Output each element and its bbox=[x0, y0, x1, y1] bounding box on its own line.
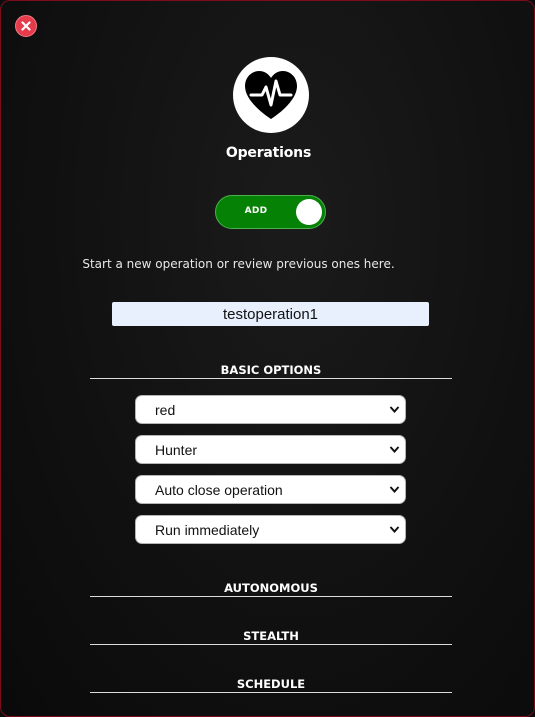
planner-select[interactable]: Hunter bbox=[135, 435, 406, 464]
chevron-down-icon bbox=[389, 446, 400, 454]
heart-pulse-icon bbox=[245, 71, 297, 119]
chevron-down-icon bbox=[389, 406, 400, 414]
logo bbox=[233, 57, 309, 133]
description-text: Start a new operation or review previous… bbox=[82, 257, 395, 271]
add-toggle[interactable]: ADD bbox=[215, 195, 326, 229]
stealth-header[interactable]: STEALTH bbox=[90, 629, 452, 645]
autonomous-header[interactable]: AUTONOMOUS bbox=[90, 581, 452, 597]
close-button[interactable] bbox=[15, 15, 37, 37]
toggle-knob bbox=[296, 199, 322, 225]
run-state-select[interactable]: Run immediately bbox=[135, 515, 406, 544]
select-value: red bbox=[155, 402, 176, 418]
add-toggle-label: ADD bbox=[244, 206, 268, 216]
adversary-select[interactable]: red bbox=[135, 395, 406, 424]
close-x-icon bbox=[21, 21, 31, 31]
page-title: Operations bbox=[225, 145, 312, 161]
basic-options-header[interactable]: BASIC OPTIONS bbox=[90, 363, 452, 379]
chevron-down-icon bbox=[389, 486, 400, 494]
select-value: Hunter bbox=[155, 442, 198, 458]
auto-close-select[interactable]: Auto close operation bbox=[135, 475, 406, 504]
select-value: Auto close operation bbox=[155, 482, 283, 498]
chevron-down-icon bbox=[389, 526, 400, 534]
select-value: Run immediately bbox=[155, 522, 260, 538]
schedule-header[interactable]: SCHEDULE bbox=[90, 677, 452, 693]
operation-name-input[interactable] bbox=[112, 302, 429, 326]
operations-panel: Operations ADD Start a new operation or … bbox=[0, 0, 535, 717]
